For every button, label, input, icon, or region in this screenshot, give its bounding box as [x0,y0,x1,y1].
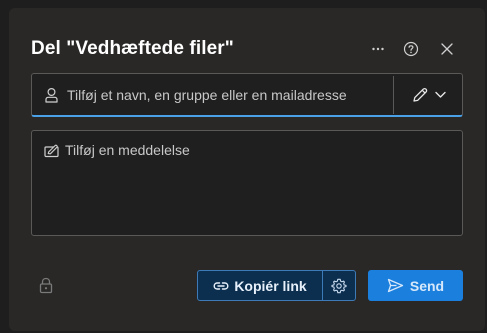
message-box [31,130,463,236]
send-button[interactable]: Send [368,270,463,301]
lock-icon [39,277,53,294]
send-label: Send [409,277,445,294]
close-icon [441,43,453,55]
link-icon [213,281,229,290]
link-settings-button[interactable] [322,270,356,301]
permission-dropdown[interactable] [402,80,454,110]
dialog-title: Del "Vedhæftede filer" [31,38,234,59]
copy-link-label: Kopiér link [234,277,307,294]
people-picker [31,73,463,117]
question-circle-icon [403,41,419,57]
help-button[interactable] [400,38,422,60]
more-options-button[interactable] [367,38,389,60]
copy-link-button[interactable]: Kopiér link [197,270,323,301]
more-horizontal-icon [372,47,384,51]
message-edit-icon [44,144,59,158]
person-icon [45,87,58,103]
recipients-input[interactable] [67,82,387,108]
gear-icon [331,278,347,293]
pencil-icon [412,87,427,102]
field-divider [393,76,394,114]
message-input[interactable] [65,142,453,228]
chevron-down-icon [434,91,446,98]
close-button[interactable] [436,38,458,60]
share-dialog: Del "Vedhæftede filer" Tilføj et navn, e… [9,8,485,331]
send-icon [387,278,404,293]
